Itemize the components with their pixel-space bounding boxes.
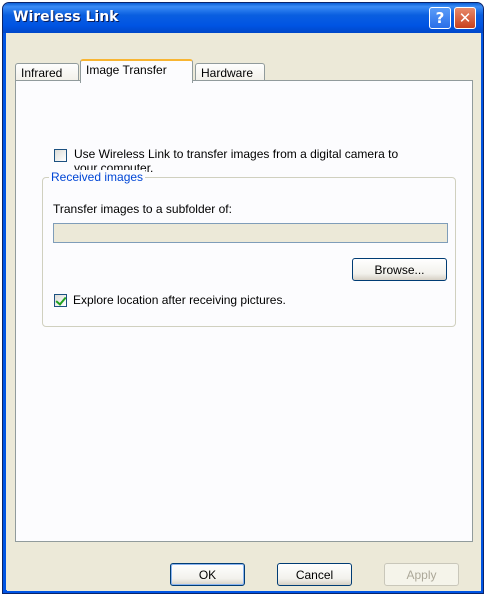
title-bar[interactable]: Wireless Link ? ✕ [3,3,483,33]
subfolder-path-input[interactable] [53,223,448,243]
browse-button[interactable]: Browse... [352,258,447,281]
tab-panel-image-transfer: Use Wireless Link to transfer images fro… [15,80,473,542]
window-title: Wireless Link [13,9,119,25]
close-button[interactable]: ✕ [454,7,476,29]
dialog-client: Infrared Image Transfer Hardware Use Wir… [7,33,481,591]
received-images-group: Received images Transfer images to a sub… [42,170,456,327]
help-button[interactable]: ? [429,7,451,29]
received-images-group-title: Received images [49,170,146,184]
help-icon: ? [435,9,445,27]
ok-button[interactable]: OK [170,563,245,586]
tab-image-transfer[interactable]: Image Transfer [80,59,193,83]
apply-button[interactable]: Apply [384,563,459,586]
subfolder-label: Transfer images to a subfolder of: [53,202,232,216]
dialog-window: Wireless Link ? ✕ Infrared Image Transfe… [2,2,484,594]
explore-location-label: Explore location after receiving picture… [73,293,286,307]
cancel-button[interactable]: Cancel [277,563,352,586]
explore-location-checkbox[interactable] [54,294,67,307]
use-wireless-link-checkbox[interactable] [54,149,67,162]
close-icon: ✕ [458,9,472,27]
use-wireless-link-label-line1: Use Wireless Link to transfer images fro… [74,147,399,161]
